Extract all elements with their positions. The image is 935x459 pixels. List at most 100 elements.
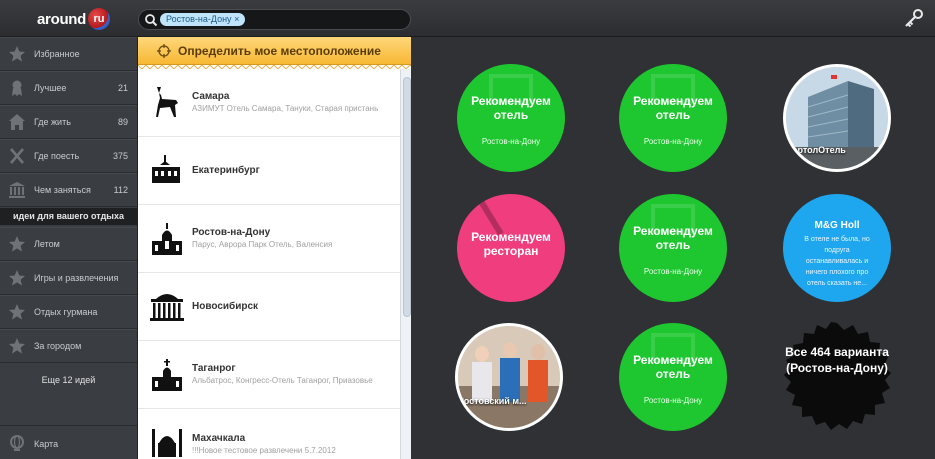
- sidebar-item-label: Лучшее: [34, 83, 67, 93]
- sidebar-item-label: Отдых гурмана: [34, 307, 98, 317]
- museum-exhibit-photo: [458, 326, 560, 428]
- sidebar-item-best[interactable]: Лучшее 21: [0, 71, 137, 105]
- section-title-ideas: идеи для вашего отдыха: [0, 208, 137, 225]
- star-icon: [9, 46, 25, 62]
- city-row-makhachkala[interactable]: Махачкала !!!Новое тестовое развлечени 5…: [138, 409, 400, 459]
- tile-title: Рекомендуем отель: [633, 224, 713, 252]
- star-icon: [9, 338, 25, 354]
- locate-me-button[interactable]: Определить мое местоположение: [138, 37, 412, 65]
- search-box[interactable]: Ростов-на-Дону ×: [138, 9, 411, 30]
- city-name: Таганрог: [192, 363, 236, 374]
- tile-sub: Ростов-на-Дону: [643, 267, 703, 276]
- sidebar-item-label: За городом: [34, 341, 82, 351]
- more-ideas-link[interactable]: Еще 12 идей: [0, 370, 137, 390]
- city-row-ekaterinburg[interactable]: Екатеринбург: [138, 137, 400, 205]
- star-icon: [9, 270, 25, 286]
- sidebar-idea-games[interactable]: Игры и развлечения: [0, 261, 137, 295]
- sidebar: Избранное Лучшее 21 Где жить 89 Где поес…: [0, 37, 137, 459]
- house-icon: [9, 114, 25, 130]
- tile-title: ВертолОтель: [786, 145, 846, 155]
- city-row-taganrog[interactable]: Таганрог Альбатрос, Конгресс-Отель Таган…: [138, 341, 400, 409]
- award-icon: [12, 80, 22, 96]
- sidebar-item-label: Летом: [34, 239, 60, 249]
- logo-ball: ru: [88, 8, 111, 30]
- sidebar-idea-gourmet[interactable]: Отдых гурмана: [0, 295, 137, 329]
- sidebar-item-count: 89: [117, 117, 128, 127]
- building-icon: [152, 155, 180, 183]
- seal-shape: [784, 322, 891, 430]
- city-sub: !!!Новое тестовое развлечени 5.7.2012: [192, 446, 336, 455]
- city-name: Ростов-на-Дону: [192, 227, 271, 238]
- sidebar-item-label: Где поесть: [34, 151, 80, 161]
- sidebar-item-count: 375: [112, 151, 128, 161]
- sidebar-idea-outoftown[interactable]: За городом: [0, 329, 137, 363]
- tile-recommend-restaurant[interactable]: Рекомендуем ресторан: [457, 194, 565, 302]
- sidebar-item-favorites[interactable]: Избранное: [0, 37, 137, 71]
- star-icon: [9, 236, 25, 252]
- sidebar-item-label: Где жить: [34, 117, 71, 127]
- church-icon: [152, 359, 182, 391]
- tile-title: M&G Holl: [814, 220, 860, 231]
- theater-icon: [150, 294, 184, 321]
- search-input[interactable]: [247, 12, 397, 27]
- tile-sub: Ростов-на-Дону: [643, 137, 703, 146]
- tile-recommend-hotel[interactable]: Рекомендуем отель Ростов-на-Дону: [619, 64, 727, 172]
- sidebar-item-count: 112: [113, 185, 128, 195]
- tile-title: Рекомендуем отель: [471, 94, 551, 122]
- sidebar-item-label: Чем заняться: [34, 185, 91, 195]
- city-name: Новосибирск: [192, 301, 259, 312]
- tile-title: Все 464 варианта (Ростов-на-Дону): [785, 345, 889, 375]
- city-row-samara[interactable]: Самара АЗИМУТ Отель Самара, Тануки, Стар…: [138, 69, 400, 137]
- sidebar-item-label: Карта: [34, 439, 59, 449]
- city-sub: АЗИМУТ Отель Самара, Тануки, Старая прис…: [192, 104, 379, 113]
- tile-title: Рекомендуем отель: [633, 353, 713, 381]
- city-list: Самара АЗИМУТ Отель Самара, Тануки, Стар…: [138, 69, 400, 459]
- sidebar-item-count: 21: [117, 83, 128, 93]
- key-icon[interactable]: [902, 8, 924, 28]
- search-icon: [145, 14, 158, 27]
- tile-title: Ростовский м...: [458, 396, 527, 406]
- sidebar-item-stay[interactable]: Где жить 89: [0, 105, 137, 139]
- tile-sub: Ростов-на-Дону: [481, 137, 541, 146]
- tile-grid: Рекомендуем отель Ростов-на-Дону Рекомен…: [411, 37, 935, 459]
- city-sub: Парус, Аврора Парк Отель, Валенсия: [192, 240, 333, 249]
- tile-recommend-hotel[interactable]: Рекомендуем отель Ростов-на-Дону: [619, 323, 727, 431]
- tile-recommend-hotel[interactable]: Рекомендуем отель Ростов-на-Дону: [619, 194, 727, 302]
- cathedral-icon: [152, 223, 182, 255]
- tile-sub: В отеле не была, но подруга останавливал…: [804, 236, 870, 287]
- sidebar-item-map[interactable]: Карта: [0, 425, 137, 459]
- tile-title: Рекомендуем ресторан: [471, 230, 551, 258]
- globe-icon: [10, 435, 24, 451]
- cutlery-icon: [10, 148, 24, 164]
- star-icon: [9, 304, 25, 320]
- sidebar-item-activities[interactable]: Чем заняться 112: [0, 173, 137, 207]
- tile-sub: Отель: [786, 157, 806, 164]
- deer-icon: [156, 87, 178, 117]
- tile-hotel-photo[interactable]: ВертолОтель Отель: [783, 64, 891, 172]
- city-name: Екатеринбург: [192, 165, 260, 176]
- mosque-icon: [152, 429, 182, 457]
- city-name: Махачкала: [192, 433, 246, 444]
- logo[interactable]: around ru: [37, 8, 111, 30]
- tile-recommend-hotel[interactable]: Рекомендуем отель Ростов-на-Дону: [457, 64, 565, 172]
- top-bar: around ru Ростов-на-Дону ×: [0, 0, 935, 37]
- tile-all-variants[interactable]: Все 464 варианта (Ростов-на-Дону): [781, 321, 893, 433]
- logo-text: around: [37, 10, 87, 28]
- city-sub: Альбатрос, Конгресс-Отель Таганрог, Приа…: [192, 376, 373, 385]
- sidebar-item-label: Избранное: [34, 49, 80, 59]
- scrollbar-thumb[interactable]: [403, 77, 411, 317]
- crosshair-icon: [157, 44, 171, 58]
- sidebar-idea-summer[interactable]: Летом: [0, 227, 137, 261]
- app-root: around ru Ростов-на-Дону × Избранное Луч…: [0, 0, 935, 459]
- sidebar-item-eat[interactable]: Где поесть 375: [0, 139, 137, 173]
- tile-review-mg-holl[interactable]: M&G Holl В отеле не была, но подруга ост…: [783, 194, 891, 302]
- tile-museum-photo[interactable]: Ростовский м...: [455, 323, 563, 431]
- city-row-rostov[interactable]: Ростов-на-Дону Парус, Аврора Парк Отель,…: [138, 205, 400, 273]
- locate-me-label: Определить мое местоположение: [178, 44, 381, 58]
- museum-icon: [9, 182, 25, 198]
- city-row-novosibirsk[interactable]: Новосибирск: [138, 273, 400, 341]
- tile-title: Рекомендуем отель: [633, 94, 713, 122]
- tile-sub: Ростов-на-Дону: [643, 396, 703, 405]
- search-tag-city[interactable]: Ростов-на-Дону ×: [160, 13, 246, 26]
- city-panel: Определить мое местоположение Самара АЗИ…: [137, 37, 412, 459]
